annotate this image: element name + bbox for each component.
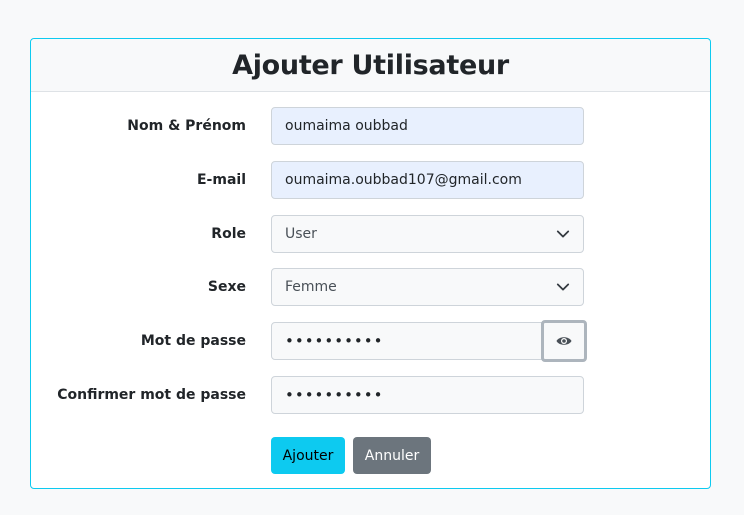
form-row-role: Role User [31,215,710,253]
add-button[interactable]: Ajouter [271,437,345,474]
form-row-confirm-password: Confirmer mot de passe •••••••••• [31,376,710,414]
eye-icon [556,337,572,345]
password-label: Mot de passe [140,333,246,349]
chevron-down-icon [556,283,570,291]
add-user-card: Ajouter Utilisateur Nom & Prénom oumaima… [30,38,711,489]
chevron-down-icon [556,230,570,238]
top-bar [0,0,744,38]
form-row-password: Mot de passe •••••••••• [31,320,710,362]
role-select-value: User [285,226,317,242]
sexe-label: Sexe [207,279,246,295]
page-title: Ajouter Utilisateur [232,49,509,81]
name-input[interactable]: oumaima oubbad [271,107,584,145]
cancel-button[interactable]: Annuler [353,437,431,474]
password-input[interactable]: •••••••••• [271,322,542,360]
email-input[interactable]: oumaima.oubbad107@gmail.com [271,161,584,199]
sexe-select[interactable]: Femme [271,268,584,306]
name-label: Nom & Prénom [127,118,246,134]
role-label: Role [211,226,246,242]
form-row-name: Nom & Prénom oumaima oubbad [31,107,710,145]
card-header: Ajouter Utilisateur [31,39,710,92]
email-label: E-mail [196,172,246,188]
confirm-password-input[interactable]: •••••••••• [271,376,584,414]
form-row-email: E-mail oumaima.oubbad107@gmail.com [31,161,710,199]
toggle-password-button[interactable] [541,320,587,362]
sexe-select-value: Femme [285,279,337,295]
form-row-sexe: Sexe Femme [31,268,710,306]
confirm-password-label: Confirmer mot de passe [57,387,246,403]
role-select[interactable]: User [271,215,584,253]
